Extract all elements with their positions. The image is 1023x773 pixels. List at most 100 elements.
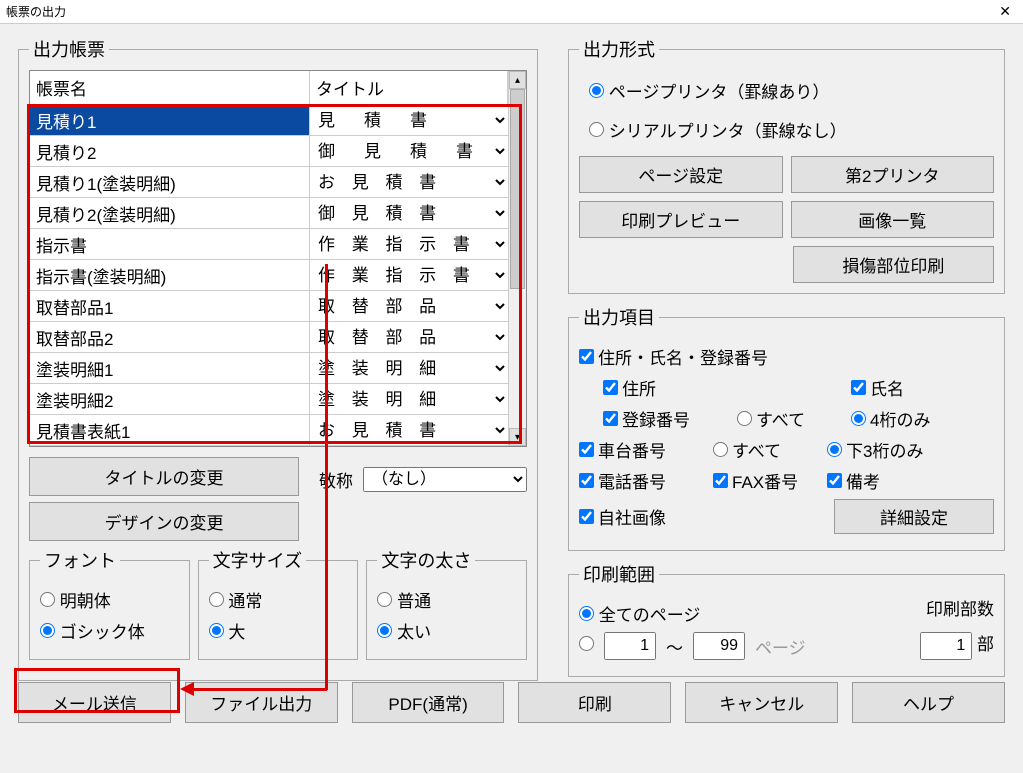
row-name[interactable]: 見積り1(塗装明細): [30, 167, 310, 197]
font-mincho[interactable]: 明朝体: [40, 587, 179, 612]
design-change-button[interactable]: デザインの変更: [29, 502, 299, 541]
chk-own-image[interactable]: 自社画像: [579, 504, 666, 529]
font-group: フォント 明朝体 ゴシック体: [29, 547, 190, 660]
weight-group: 文字の太さ 普通 太い: [366, 547, 527, 660]
close-icon[interactable]: ✕: [993, 3, 1017, 20]
table-row[interactable]: 見積り1見 積 書: [30, 105, 508, 136]
chassis-3digit[interactable]: 下3桁のみ: [827, 437, 957, 462]
row-title-select[interactable]: 御 見 積 書: [310, 198, 508, 228]
chk-address[interactable]: 住所: [603, 375, 733, 400]
preview-button[interactable]: 印刷プレビュー: [579, 201, 783, 238]
output-report-group: 出力帳票 帳票名 タイトル 見積り1見 積 書見積り2御 見 積 書見積り1(塗…: [18, 36, 538, 681]
row-name[interactable]: 塗装明細2: [30, 384, 310, 414]
row-title-select[interactable]: 塗 装 明 細: [310, 353, 508, 383]
chk-chassis[interactable]: 車台番号: [579, 437, 709, 462]
row-name[interactable]: 見積り2: [30, 136, 310, 166]
range-page-suffix: ページ: [755, 634, 806, 659]
annotation-arrow-head: [180, 682, 194, 696]
size-group: 文字サイズ 通常 大: [198, 547, 359, 660]
table-row[interactable]: 指示書(塗装明細)作 業 指 示 書: [30, 260, 508, 291]
chk-note[interactable]: 備考: [827, 468, 957, 493]
honorific-select[interactable]: （なし）: [363, 467, 527, 492]
scroll-thumb[interactable]: [510, 89, 525, 289]
table-row[interactable]: 見積書表紙1お 見 積 書: [30, 415, 508, 446]
print-range-group: 印刷範囲 全てのページ ～ ページ 印刷部数 部: [568, 561, 1005, 677]
row-name[interactable]: 見積り2(塗装明細): [30, 198, 310, 228]
row-title-select[interactable]: 取 替 部 品: [310, 291, 508, 321]
table-scrollbar[interactable]: ▴ ▾: [508, 71, 526, 446]
images-button[interactable]: 画像一覧: [791, 201, 995, 238]
row-name[interactable]: 指示書: [30, 229, 310, 259]
row-title-select[interactable]: 取 替 部 品: [310, 322, 508, 352]
printer2-button[interactable]: 第2プリンタ: [791, 156, 995, 193]
regno-all[interactable]: すべて: [737, 406, 847, 431]
row-title-select[interactable]: 御 見 積 書: [310, 136, 508, 166]
copies-suffix: 部: [977, 635, 994, 654]
annotation-arrow-vertical: [325, 264, 328, 690]
row-name[interactable]: 取替部品2: [30, 322, 310, 352]
row-name[interactable]: 見積書表紙1: [30, 415, 310, 445]
row-title-select[interactable]: 塗 装 明 細: [310, 384, 508, 414]
row-name[interactable]: 取替部品1: [30, 291, 310, 321]
chk-phone[interactable]: 電話番号: [579, 468, 709, 493]
window-title: 帳票の出力: [6, 3, 66, 20]
title-change-button[interactable]: タイトルの変更: [29, 457, 299, 496]
range-to-input[interactable]: [693, 632, 745, 660]
page-setup-button[interactable]: ページ設定: [579, 156, 783, 193]
format-page-printer[interactable]: ページプリンタ（罫線あり）: [589, 78, 994, 103]
format-serial-printer[interactable]: シリアルプリンタ（罫線なし）: [589, 117, 994, 142]
copies-label: 印刷部数: [926, 595, 994, 620]
row-title-select[interactable]: 見 積 書: [310, 105, 508, 135]
table-row[interactable]: 塗装明細2塗 装 明 細: [30, 384, 508, 415]
chk-name[interactable]: 氏名: [851, 375, 981, 400]
output-format-legend: 出力形式: [579, 36, 659, 62]
table-row[interactable]: 取替部品1取 替 部 品: [30, 291, 508, 322]
row-title-select[interactable]: 作 業 指 示 書: [310, 229, 508, 259]
row-title-select[interactable]: 作 業 指 示 書: [310, 260, 508, 290]
range-all[interactable]: 全てのページ: [579, 601, 700, 626]
range-tilde: ～: [666, 634, 683, 659]
detail-settings-button[interactable]: 詳細設定: [834, 499, 994, 534]
titlebar: 帳票の出力 ✕: [0, 0, 1023, 24]
range-pages[interactable]: [579, 636, 594, 656]
scroll-down-icon[interactable]: ▾: [509, 428, 526, 446]
mail-send-button[interactable]: メール送信: [18, 682, 171, 723]
scroll-up-icon[interactable]: ▴: [509, 71, 526, 89]
chk-fax[interactable]: FAX番号: [713, 468, 823, 493]
pdf-button[interactable]: PDF(通常): [352, 682, 505, 723]
print-button[interactable]: 印刷: [518, 682, 671, 723]
row-title-select[interactable]: お 見 積 書: [310, 415, 508, 445]
font-legend: フォント: [40, 547, 120, 573]
output-items-group: 出力項目 住所・氏名・登録番号 住所 氏名 登録番号 すべて 4桁のみ 車台番号…: [568, 304, 1005, 551]
weight-bold[interactable]: 太い: [377, 618, 516, 643]
font-gothic[interactable]: ゴシック体: [40, 618, 179, 643]
row-name[interactable]: 指示書(塗装明細): [30, 260, 310, 290]
col-header-title[interactable]: タイトル: [310, 71, 508, 104]
row-name[interactable]: 塗装明細1: [30, 353, 310, 383]
output-format-group: 出力形式 ページプリンタ（罫線あり） シリアルプリンタ（罫線なし） ページ設定 …: [568, 36, 1005, 294]
cancel-button[interactable]: キャンセル: [685, 682, 838, 723]
table-row[interactable]: 見積り1(塗装明細)お 見 積 書: [30, 167, 508, 198]
table-row[interactable]: 取替部品2取 替 部 品: [30, 322, 508, 353]
table-row[interactable]: 見積り2(塗装明細)御 見 積 書: [30, 198, 508, 229]
row-title-select[interactable]: お 見 積 書: [310, 167, 508, 197]
chassis-all[interactable]: すべて: [713, 437, 823, 462]
print-range-legend: 印刷範囲: [579, 561, 659, 587]
table-row[interactable]: 見積り2御 見 積 書: [30, 136, 508, 167]
chk-regno[interactable]: 登録番号: [603, 406, 733, 431]
copies-input[interactable]: [920, 632, 972, 660]
regno-4digit[interactable]: 4桁のみ: [851, 406, 981, 431]
output-report-legend: 出力帳票: [29, 36, 109, 62]
row-name[interactable]: 見積り1: [30, 105, 310, 135]
annotation-arrow-horizontal: [194, 688, 327, 691]
output-items-legend: 出力項目: [579, 304, 659, 330]
range-from-input[interactable]: [604, 632, 656, 660]
weight-normal[interactable]: 普通: [377, 587, 516, 612]
col-header-name[interactable]: 帳票名: [30, 71, 310, 104]
chk-addr-name-reg[interactable]: 住所・氏名・登録番号: [579, 344, 768, 369]
bottom-bar: メール送信 ファイル出力 PDF(通常) 印刷 キャンセル ヘルプ: [18, 682, 1005, 723]
damage-print-button[interactable]: 損傷部位印刷: [793, 246, 994, 283]
table-row[interactable]: 塗装明細1塗 装 明 細: [30, 353, 508, 384]
help-button[interactable]: ヘルプ: [852, 682, 1005, 723]
table-row[interactable]: 指示書作 業 指 示 書: [30, 229, 508, 260]
